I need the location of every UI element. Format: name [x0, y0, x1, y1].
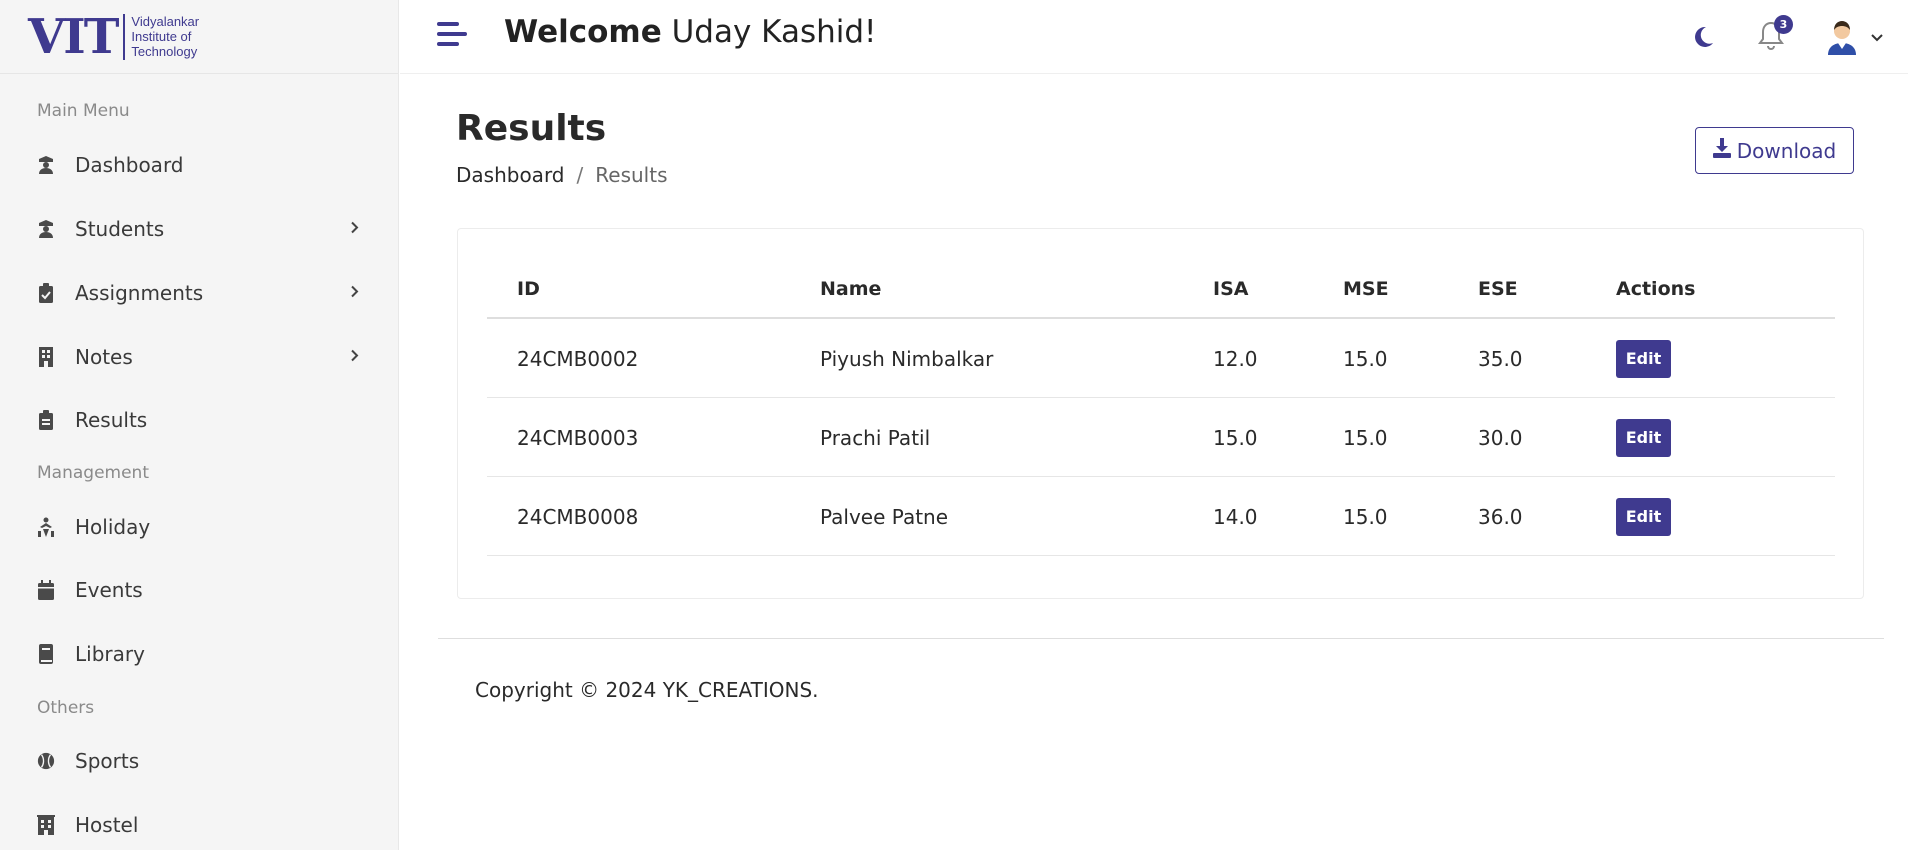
sidebar-item-sports[interactable]: Sports: [0, 733, 399, 789]
cell-id: 24CMB0002: [517, 346, 639, 371]
calendar-icon: [37, 580, 55, 600]
logo-divider: [123, 13, 126, 60]
sidebar-item-label: Library: [75, 642, 145, 666]
results-card: ID Name ISA MSE ESE Actions 24CMB0002 Pi…: [457, 228, 1864, 599]
cell-name: Palvee Patne: [820, 504, 949, 529]
sidebar-item-notes[interactable]: Notes: [0, 329, 399, 385]
moon-icon[interactable]: [1690, 24, 1716, 50]
graduate-icon: [37, 219, 55, 239]
sidebar-item-label: Students: [75, 217, 165, 241]
column-header-mse: MSE: [1343, 278, 1389, 300]
cell-ese: 30.0: [1478, 425, 1523, 450]
logo-line: Technology: [131, 44, 198, 59]
clipboard-list-icon: [37, 410, 55, 430]
menu-toggle-icon[interactable]: [437, 22, 467, 50]
logo[interactable]: VIT Vidyalankar Institute of Technology: [0, 0, 398, 74]
section-others: Others: [37, 698, 95, 718]
column-header-ese: ESE: [1478, 278, 1518, 300]
cell-actions: Edit: [1616, 398, 1671, 477]
edit-button[interactable]: Edit: [1616, 418, 1671, 457]
chevron-right-icon: [350, 220, 360, 239]
chevron-down-icon[interactable]: [1870, 28, 1884, 47]
sidebar-item-label: Sports: [75, 749, 140, 773]
sidebar-item-results[interactable]: Results: [0, 392, 399, 448]
column-header-name: Name: [820, 278, 882, 300]
table-row: 24CMB0008 Palvee Patne 14.0 15.0 36.0 Ed…: [487, 477, 1835, 556]
cell-ese: 35.0: [1478, 346, 1523, 371]
cell-isa: 15.0: [1213, 425, 1258, 450]
logo-line: Vidyalankar: [131, 14, 200, 29]
table-row: 24CMB0003 Prachi Patil 15.0 15.0 30.0 Ed…: [487, 398, 1835, 477]
notification-badge: 3: [1774, 15, 1793, 34]
cell-id: 24CMB0003: [517, 425, 639, 450]
breadcrumb: Dashboard / Results: [456, 163, 667, 187]
cell-mse: 15.0: [1343, 504, 1388, 529]
sidebar-item-dashboard[interactable]: Dashboard: [0, 137, 399, 193]
cell-isa: 14.0: [1213, 504, 1258, 529]
logo-letters: VIT: [28, 8, 119, 65]
download-label: Download: [1736, 138, 1837, 163]
chevron-right-icon: [350, 348, 360, 367]
cell-ese: 36.0: [1478, 504, 1523, 529]
sidebar-item-label: Assignments: [75, 281, 204, 305]
logo-text: Vidyalankar Institute of Technology: [131, 14, 199, 59]
sidebar-item-students[interactable]: Students: [0, 201, 399, 257]
cell-id: 24CMB0008: [517, 504, 639, 529]
hotel-icon: [37, 815, 55, 835]
sidebar-item-label: Notes: [75, 345, 133, 369]
building-icon: [37, 347, 55, 367]
welcome-message: Welcome Uday Kashid!: [504, 14, 876, 50]
cell-name: Prachi Patil: [820, 425, 931, 450]
sidebar-item-assignments[interactable]: Assignments: [0, 265, 399, 321]
sidebar-item-library[interactable]: Library: [0, 626, 399, 682]
cell-mse: 15.0: [1343, 346, 1388, 371]
sidebar-item-label: Dashboard: [75, 153, 184, 177]
cell-isa: 12.0: [1213, 346, 1258, 371]
top-header: Welcome Uday Kashid! 3: [400, 0, 1908, 74]
section-main-menu: Main Menu: [37, 101, 130, 121]
copyright-text: Copyright © 2024 YK_CREATIONS.: [475, 678, 819, 702]
logo-line: Institute of: [131, 29, 192, 44]
breadcrumb-current: Results: [595, 163, 668, 187]
page-title: Results: [456, 108, 607, 149]
holiday-icon: [37, 517, 55, 537]
sidebar-item-label: Events: [75, 578, 143, 602]
breadcrumb-dashboard[interactable]: Dashboard: [456, 163, 565, 187]
column-header-isa: ISA: [1213, 278, 1249, 300]
column-header-id: ID: [517, 278, 540, 300]
sidebar-item-label: Holiday: [75, 515, 151, 539]
sidebar-item-events[interactable]: Events: [0, 562, 399, 618]
chevron-right-icon: [350, 284, 360, 303]
download-icon: [1712, 138, 1731, 163]
user-name: Uday Kashid!: [671, 14, 877, 50]
results-table: ID Name ISA MSE ESE Actions 24CMB0002 Pi…: [487, 259, 1835, 556]
cell-name: Piyush Nimbalkar: [820, 346, 994, 371]
sidebar-item-label: Results: [75, 408, 148, 432]
table-row: 24CMB0002 Piyush Nimbalkar 12.0 15.0 35.…: [487, 319, 1835, 398]
table-header: ID Name ISA MSE ESE Actions: [487, 259, 1835, 319]
welcome-label: Welcome: [504, 14, 662, 50]
sidebar-item-label: Hostel: [75, 813, 139, 837]
clipboard-check-icon: [37, 283, 55, 303]
breadcrumb-separator: /: [576, 163, 584, 187]
download-button[interactable]: Download: [1695, 127, 1854, 174]
cell-mse: 15.0: [1343, 425, 1388, 450]
graduate-icon: [37, 155, 55, 175]
cell-actions: Edit: [1616, 477, 1671, 556]
sidebar-item-hostel[interactable]: Hostel: [0, 797, 399, 850]
avatar[interactable]: [1825, 17, 1859, 55]
footer-divider: [438, 638, 1884, 639]
section-management: Management: [37, 463, 149, 483]
edit-button[interactable]: Edit: [1616, 497, 1671, 536]
baseball-icon: [37, 751, 55, 771]
sidebar-item-holiday[interactable]: Holiday: [0, 499, 399, 555]
cell-actions: Edit: [1616, 319, 1671, 398]
column-header-actions: Actions: [1616, 278, 1696, 300]
book-icon: [37, 644, 55, 664]
sidebar: VIT Vidyalankar Institute of Technology …: [0, 0, 399, 850]
edit-button[interactable]: Edit: [1616, 339, 1671, 378]
